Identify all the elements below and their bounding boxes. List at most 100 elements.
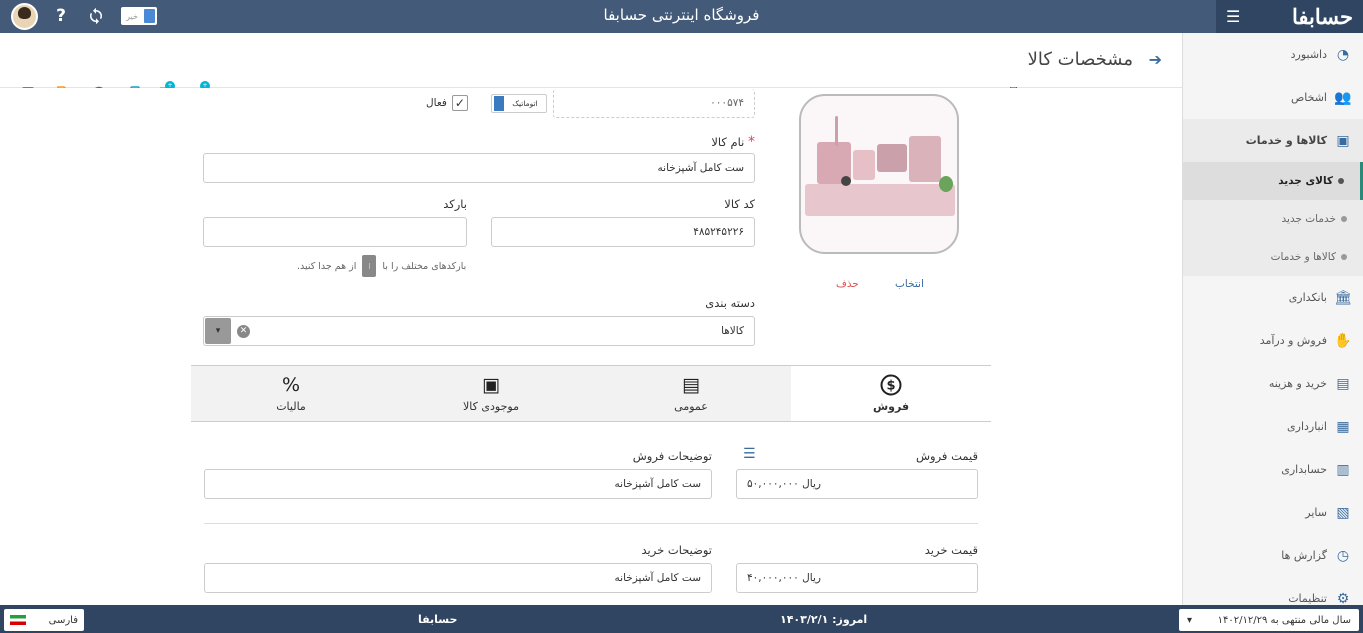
auto-toggle[interactable]: اتوماتیک [491,94,547,113]
required-icon: * [748,134,755,150]
brand-area: ☰ حسابفا [1216,0,1363,33]
sidebar-item-warehouse[interactable]: ▦ انبارداری [1183,405,1363,448]
tab-label: مالیات [276,400,306,413]
sidebar-subitem-label: کالاها و خدمات [1270,251,1336,263]
warehouse-icon: ▦ [1336,418,1350,435]
sidebar-subitem-new-product[interactable]: کالای جدید [1183,162,1363,200]
product-code-input[interactable]: ۴۸۵۲۴۵۲۲۶ [491,217,755,247]
purchase-price-input[interactable]: ۴۰,۰۰۰,۰۰۰ ریال [736,563,978,593]
sidebar-item-label: فروش و درآمد [1259,334,1327,347]
menu-icon[interactable]: ☰ [1226,7,1240,26]
sidebar-item-label: کالاها و خدمات [1245,134,1327,147]
tab-label: عمومی [674,400,708,413]
code-value: ۰۰۰۵۷۴ [710,97,744,109]
sidebar-subitem-label: کالای جدید [1278,175,1333,187]
sidebar-item-label: گزارش ها [1281,549,1327,562]
barcode-input[interactable] [203,217,467,247]
back-arrow-icon[interactable]: ➔ [1149,50,1162,69]
tab-tax[interactable]: % مالیات [191,366,391,421]
fiscal-year-select[interactable]: سال مالی منتهی به ۱۴۰۲/۱۲/۲۹ ▾ [1179,609,1359,631]
sidebar: ◔ داشبورد 👥 اشخاص ▣ کالاها و خدمات کالای… [1182,33,1363,607]
sidebar-item-purchase[interactable]: ▤ خرید و هزینه [1183,362,1363,405]
sidebar-item-accounting[interactable]: ▥ حسابداری [1183,448,1363,491]
sidebar-subitem-products-list[interactable]: کالاها و خدمات [1183,238,1363,276]
footer-brand: حسابفا [418,613,458,626]
sidebar-item-reports[interactable]: ◷ گزارش ها [1183,534,1363,577]
sidebar-subitem-label: خدمات جدید [1281,213,1336,225]
tab-inventory[interactable]: ▣ موجودی کالا [391,366,591,421]
sidebar-item-dashboard[interactable]: ◔ داشبورد [1183,33,1363,76]
store-title: فروشگاه اینترنتی حسابفا [603,6,760,24]
toggle-knob [144,9,155,23]
product-code-label: کد کالا [724,197,755,211]
bank-icon: 🏛 [1334,289,1352,306]
people-icon: 👥 [1334,89,1352,106]
sidebar-item-sales[interactable]: ✋ فروش و درآمد [1183,319,1363,362]
sale-currency: ریال [802,478,821,490]
purchase-currency: ریال [802,572,821,584]
brand-logo-text: حسابفا [1292,4,1353,29]
name-label: * نام کالا [711,134,755,150]
sidebar-item-label: انبارداری [1287,420,1327,433]
sidebar-item-products[interactable]: ▣ کالاها و خدمات [1183,119,1363,162]
chevron-down-icon: ▾ [1187,614,1193,626]
auto-toggle-knob [494,96,504,111]
auto-toggle-label: اتوماتیک [512,99,538,108]
reports-icon: ◷ [1336,547,1350,564]
user-avatar[interactable] [11,3,38,30]
bullet-icon [1341,216,1347,222]
sidebar-item-label: سایر [1305,506,1327,519]
message-icon: ▤ [682,374,700,396]
accounting-icon: ▥ [1336,461,1350,478]
product-code-value: ۴۸۵۲۴۵۲۲۶ [693,226,744,238]
sidebar-item-label: حسابداری [1281,463,1327,476]
category-select[interactable]: کالاها ▾ ✕ [203,316,755,346]
tab-label: فروش [872,400,910,413]
sidebar-item-other[interactable]: ▧ سایر [1183,491,1363,534]
toggle-switch[interactable]: خیر [121,7,157,25]
sale-price-value: ۵۰,۰۰۰,۰۰۰ [747,478,799,490]
code-field[interactable]: ۰۰۰۵۷۴ [553,89,755,118]
language-select[interactable]: فارسی [4,609,84,631]
sidebar-group-products: ▣ کالاها و خدمات کالای جدید خدمات جدید ک… [1183,119,1363,276]
active-label: فعال [426,97,447,109]
help-icon[interactable]: ? [52,7,70,25]
sidebar-item-people[interactable]: 👥 اشخاص [1183,76,1363,119]
sidebar-item-label: تنظیمات [1288,592,1327,605]
sidebar-item-banking[interactable]: 🏛 بانکداری [1183,276,1363,319]
purchase-desc-input[interactable]: ست کامل آشپزخانه [204,563,712,593]
select-image-link[interactable]: انتخاب [895,278,924,290]
sidebar-subitem-new-service[interactable]: خدمات جدید [1183,200,1363,238]
tab-bar: % مالیات ▣ موجودی کالا ▤ عمومی $ فروش [191,365,991,422]
dropdown-icon[interactable]: ▾ [205,318,231,344]
tab-general[interactable]: ▤ عمومی [591,366,791,421]
tab-label: موجودی کالا [463,400,519,413]
barcode-label: بارکد [443,197,467,211]
sync-icon[interactable] [87,7,105,25]
other-icon: ▧ [1336,504,1350,521]
sale-price-input[interactable]: ۵۰,۰۰۰,۰۰۰ ریال [736,469,978,499]
delete-image-link[interactable]: حذف [836,278,859,290]
tab-sales[interactable]: $ فروش [791,366,991,421]
product-image[interactable] [799,94,959,254]
brand-logo[interactable]: حسابفا [1292,4,1353,29]
purchase-desc-value: ست کامل آشپزخانه [614,572,701,584]
sidebar-item-label: خرید و هزینه [1268,377,1327,390]
purchase-icon: ▤ [1336,375,1350,392]
sidebar-item-label: داشبورد [1290,48,1327,61]
sale-desc-input[interactable]: ست کامل آشپزخانه [204,469,712,499]
active-checkbox-row[interactable]: ✓ فعال [426,95,468,111]
footer: فارسی حسابفا امروز: ۱۴۰۳/۲/۱ سال مالی من… [0,605,1363,633]
barcode-hint-a: بارکدهای مختلف را با [382,260,467,272]
bullet-icon [1341,254,1347,260]
sale-desc-label: توضیحات فروش [632,449,712,463]
active-checkbox[interactable]: ✓ [451,95,468,111]
barcode-hint-b: از هم جدا کنید. [297,260,357,272]
sale-price-label: قیمت فروش [916,449,978,463]
clear-icon[interactable]: ✕ [237,324,250,338]
percent-icon: % [281,374,301,396]
details-menu-icon[interactable]: ☰ [743,446,756,462]
purchase-price-label: قیمت خرید [924,543,978,557]
name-input[interactable]: ست کامل آشپزخانه [203,153,755,183]
name-label-text: نام کالا [711,135,745,149]
